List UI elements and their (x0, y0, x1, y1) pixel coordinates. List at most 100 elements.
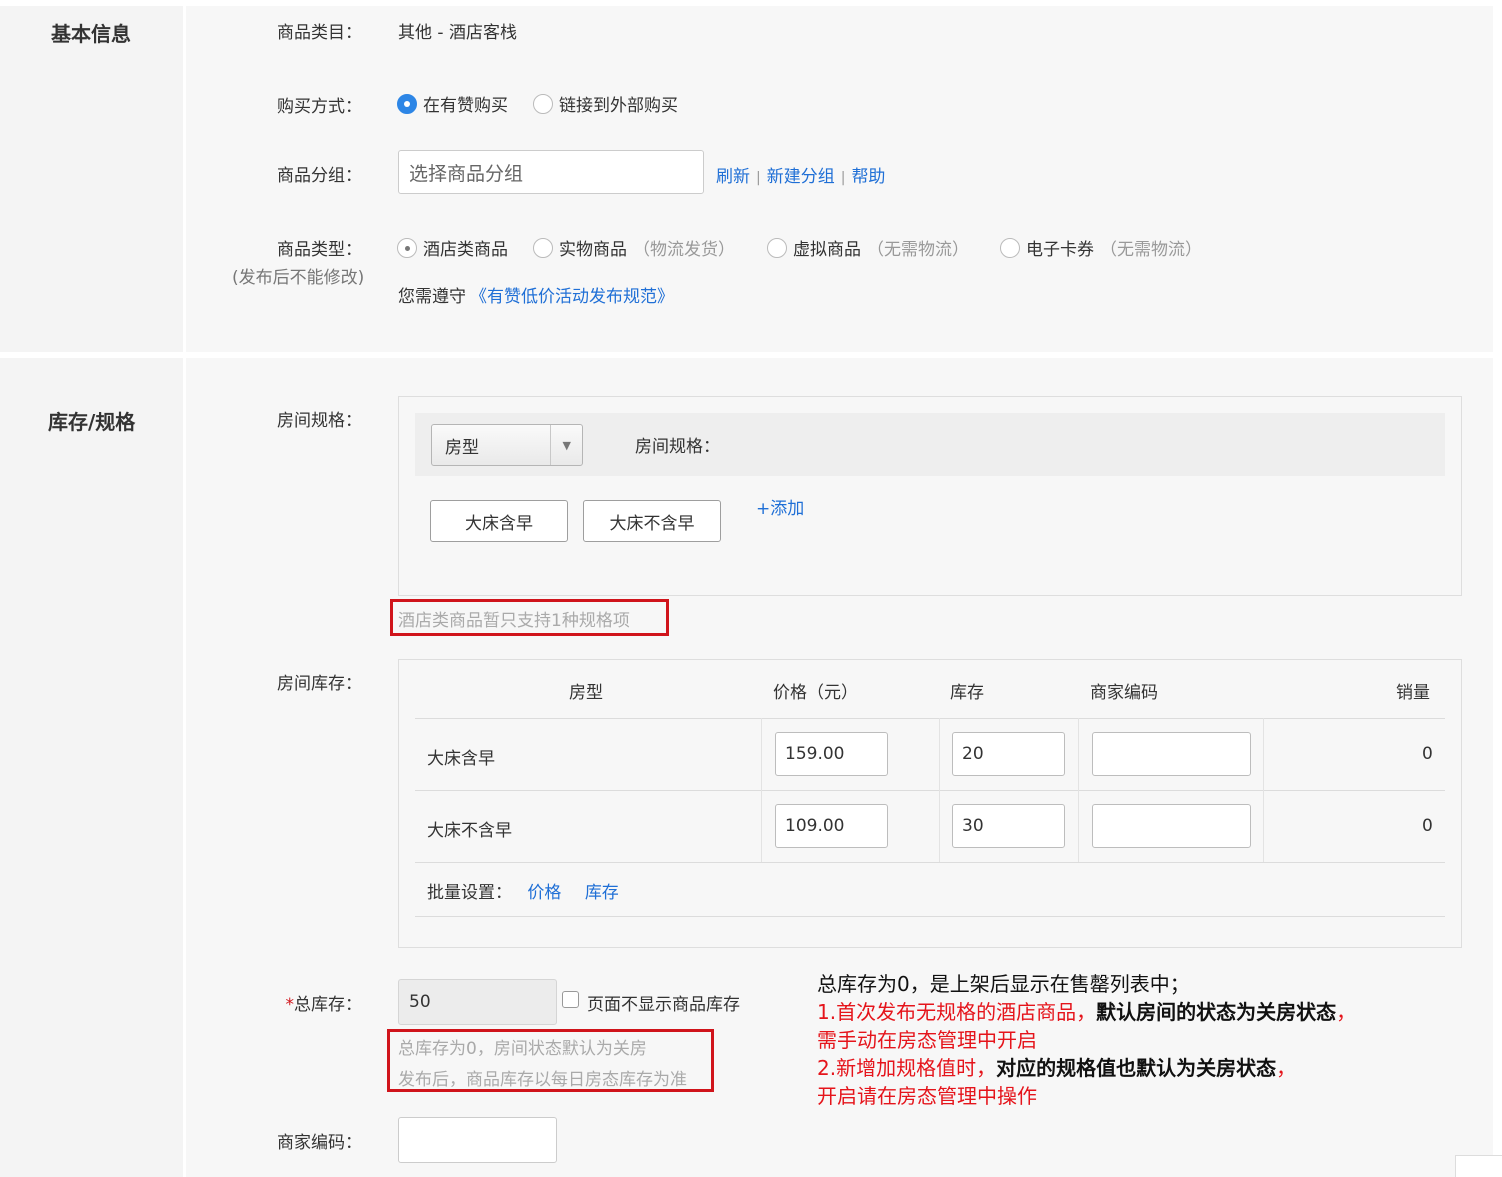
note-red: ， (1336, 1000, 1357, 1024)
spec-value-tag[interactable]: 大床含早 (430, 500, 568, 542)
rule-line: 您需遵守 《有赞低价活动发布规范》 (398, 282, 674, 307)
code-input[interactable] (1092, 732, 1251, 776)
sales-cell: 0 (1422, 744, 1433, 764)
column-header: 商家编码 (1090, 683, 1158, 703)
chevron-down-icon: ▼ (550, 425, 582, 465)
radio-unchecked-icon (533, 93, 553, 114)
group-label: 商品分组： (277, 166, 362, 186)
rule-prefix: 您需遵守 (398, 287, 466, 307)
total-hint-2: 发布后，商品库存以每日房态库存为准 (398, 1070, 687, 1090)
column-header: 销量 (1396, 683, 1430, 703)
rule-link[interactable]: 《有赞低价活动发布规范》 (470, 287, 674, 307)
section-title-stock: 库存/规格 (48, 410, 136, 434)
help-link[interactable]: 帮助 (851, 167, 885, 187)
buy-method-label: 购买方式： (277, 97, 362, 117)
note-black: 默认房间的状态为关房状态 (1096, 1000, 1337, 1024)
buy-option-external[interactable]: 链接到外部购买 (533, 91, 678, 116)
type-option-name: 实物商品 (559, 240, 627, 260)
row-divider (415, 916, 1445, 917)
column-divider (1263, 718, 1264, 862)
column-header: 价格（元） (773, 683, 858, 703)
note-red: 2.新增加规格值时， (817, 1056, 997, 1080)
stock-side (0, 358, 186, 1177)
basic-info-panel: 基本信息 商品类目： 其他 - 酒店客栈 购买方式： 在有赞购买 链接到外部购买… (0, 6, 1493, 352)
type-option-physical: 实物商品 （物流发货） (533, 235, 735, 260)
price-input[interactable]: 159.00 (775, 732, 888, 776)
total-stock-label-text: 总库存： (294, 995, 362, 1015)
radio-unchecked-icon (1000, 237, 1020, 258)
buy-option-youzan[interactable]: 在有赞购买 (397, 91, 508, 116)
type-option-name: 酒店类商品 (423, 240, 508, 260)
hide-stock-checkbox[interactable] (562, 991, 579, 1008)
note-black: 对应的规格值也默认为关房状态 (996, 1056, 1277, 1080)
type-option-hotel: 酒店类商品 (397, 235, 508, 260)
spec-hint: 酒店类商品暂只支持1种规格项 (398, 611, 630, 631)
note-line: 1.首次发布无规格的酒店商品，默认房间的状态为关房状态， (817, 998, 1457, 1026)
category-label: 商品类目： (277, 23, 362, 43)
total-stock-label: *总库存： (162, 990, 363, 1015)
corner-widget (1455, 1155, 1502, 1177)
spec-type-value: 房型 (445, 437, 479, 458)
note-red: 1.首次发布无规格的酒店商品， (817, 1000, 1097, 1024)
price-input[interactable]: 109.00 (775, 804, 888, 848)
spec-type-select[interactable]: 房型 ▼ (431, 424, 583, 466)
type-option-ecard: 电子卡券 （无需物流） (1000, 235, 1202, 260)
add-spec-link[interactable]: +添加 (756, 494, 804, 519)
column-divider (1078, 718, 1079, 862)
type-sublabel: (发布后不能修改) (232, 268, 365, 288)
divider: | (756, 170, 761, 186)
basic-info-side (0, 6, 186, 352)
type-option-name: 电子卡券 (1026, 240, 1094, 260)
spec-box: 房型 ▼ 房间规格： 大床含早 大床不含早 +添加 (398, 396, 1462, 596)
buy-option-label: 链接到外部购买 (559, 96, 678, 116)
row-divider (415, 790, 1445, 791)
spec-label: 房间规格： (277, 411, 362, 431)
type-option-virtual: 虚拟商品 （无需物流） (767, 235, 969, 260)
note-line: 开启请在房态管理中操作 (817, 1084, 1037, 1108)
spec-value-tag[interactable]: 大床不含早 (583, 500, 721, 542)
total-stock-input[interactable]: 50 (398, 979, 557, 1025)
group-select-input[interactable]: 选择商品分组 (398, 150, 704, 194)
total-hint-1: 总库存为0，房间状态默认为关房 (398, 1039, 647, 1059)
note-line: 总库存为0，是上架后显示在售罄列表中； (817, 972, 1190, 996)
room-type-cell: 大床含早 (427, 749, 495, 769)
hide-stock-label: 页面不显示商品库存 (587, 995, 740, 1015)
required-star: * (285, 995, 295, 1015)
column-header: 房型 (569, 683, 603, 703)
stock-input[interactable]: 30 (952, 804, 1065, 848)
note-red: ， (1276, 1056, 1297, 1080)
type-label: 商品类型： (277, 240, 362, 260)
refresh-link[interactable]: 刷新 (716, 167, 750, 187)
batch-settings: 批量设置： 价格 库存 (427, 878, 619, 903)
merchant-code-label: 商家编码： (277, 1133, 362, 1153)
divider: | (840, 170, 846, 186)
category-value: 其他 - 酒店客栈 (398, 23, 517, 43)
code-input[interactable] (1092, 804, 1251, 848)
merchant-code-input[interactable] (398, 1117, 557, 1163)
note-line: 2.新增加规格值时，对应的规格值也默认为关房状态， (817, 1054, 1457, 1082)
radio-checked-icon (397, 237, 417, 258)
note-line: 需手动在房态管理中开启 (817, 1028, 1037, 1052)
annotation-note: 总库存为0，是上架后显示在售罄列表中； 1.首次发布无规格的酒店商品，默认房间的… (817, 970, 1457, 1110)
group-links: 刷新 | 新建分组 | 帮助 (716, 162, 885, 187)
column-divider (761, 718, 762, 862)
row-divider (415, 718, 1445, 719)
row-divider (415, 862, 1445, 863)
batch-stock-link[interactable]: 库存 (585, 883, 619, 903)
type-option-note: （无需物流） (867, 240, 969, 260)
column-header: 库存 (950, 683, 984, 703)
type-option-note: （物流发货） (633, 240, 735, 260)
radio-unchecked-icon (533, 237, 553, 258)
inventory-label: 房间库存： (277, 674, 362, 694)
type-option-note: （无需物流） (1100, 240, 1202, 260)
column-divider (939, 718, 940, 862)
spec-head-label: 房间规格： (635, 437, 720, 457)
batch-price-link[interactable]: 价格 (527, 883, 561, 903)
sales-cell: 0 (1422, 816, 1433, 836)
inventory-table: 房型 价格（元） 库存 商家编码 销量 大床含早 159.00 20 0 大床不… (398, 659, 1462, 948)
type-option-name: 虚拟商品 (793, 240, 861, 260)
stock-input[interactable]: 20 (952, 732, 1065, 776)
new-group-link[interactable]: 新建分组 (767, 167, 835, 187)
section-title-basic: 基本信息 (51, 22, 131, 46)
spec-header: 房型 ▼ 房间规格： (415, 413, 1445, 476)
